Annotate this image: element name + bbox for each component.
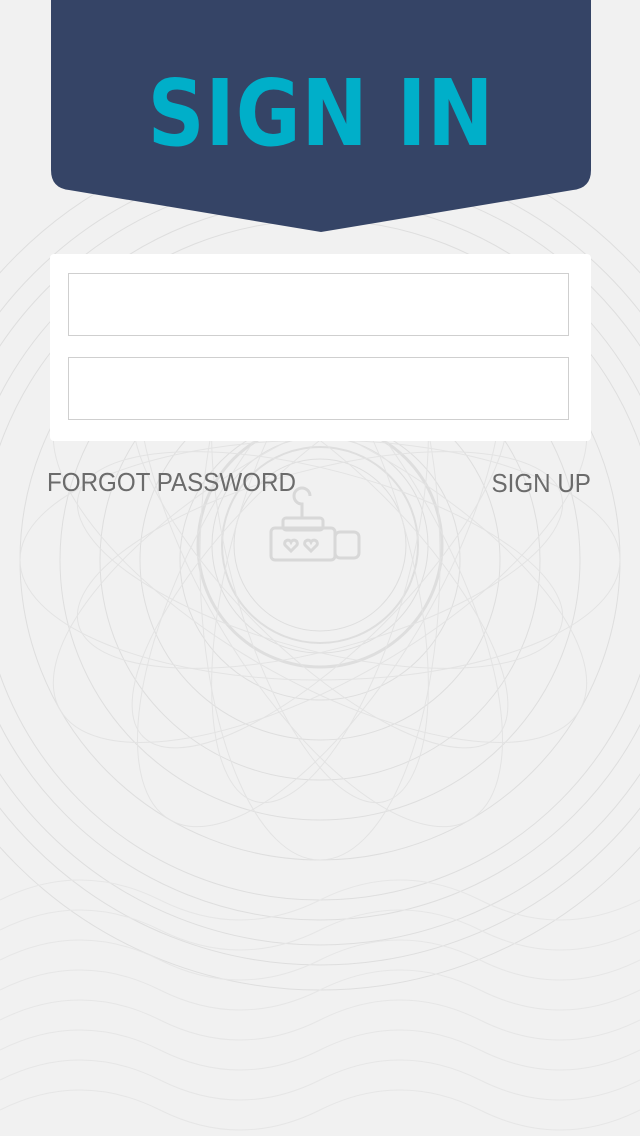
forgot-password-link[interactable]: FORGOT PASSWORD bbox=[47, 462, 296, 502]
header-banner: SIGN IN bbox=[51, 0, 591, 234]
sign-up-link[interactable]: SIGN UP bbox=[492, 463, 591, 503]
page-title: SIGN IN bbox=[147, 60, 495, 167]
login-form bbox=[50, 254, 591, 441]
username-field[interactable] bbox=[68, 273, 569, 336]
sign-in-screen: SIGN IN FORGOT PASSWORD SIGN UP bbox=[0, 0, 640, 1136]
password-field[interactable] bbox=[68, 357, 569, 420]
